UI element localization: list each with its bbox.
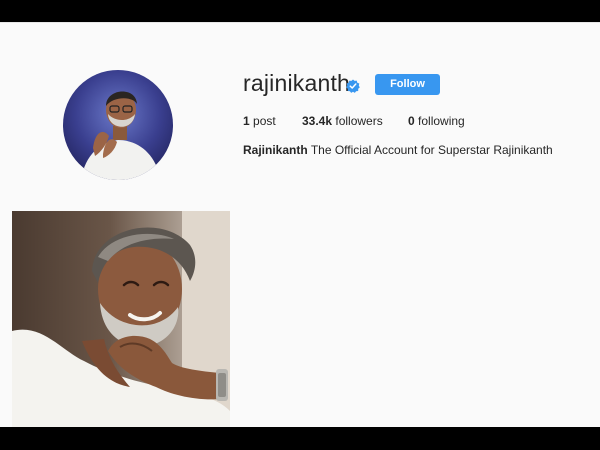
profile-avatar[interactable] — [63, 70, 173, 180]
top-divider — [0, 22, 600, 23]
posts-count: 1 — [243, 114, 250, 128]
follow-button[interactable]: Follow — [375, 74, 440, 95]
bio-text: The Official Account for Superstar Rajin… — [310, 143, 553, 157]
profile-username: rajinikanth — [243, 70, 351, 96]
followers-count: 33.4k — [302, 114, 333, 128]
following-label: following — [418, 114, 465, 128]
posts-label: post — [253, 114, 276, 128]
followers-label: followers — [335, 114, 383, 128]
verified-badge-icon — [346, 79, 360, 93]
profile-bio: Rajinikanth The Official Account for Sup… — [243, 143, 553, 157]
posts-stat[interactable]: 1 post — [243, 114, 276, 128]
profile-page: rajinikanth Follow 1 post 33.4k follower… — [0, 22, 600, 427]
profile-full-name: Rajinikanth — [243, 143, 308, 157]
following-stat[interactable]: 0 following — [408, 114, 465, 128]
followers-stat[interactable]: 33.4k followers — [302, 114, 383, 128]
following-count: 0 — [408, 114, 415, 128]
post-thumbnail[interactable] — [12, 211, 230, 427]
